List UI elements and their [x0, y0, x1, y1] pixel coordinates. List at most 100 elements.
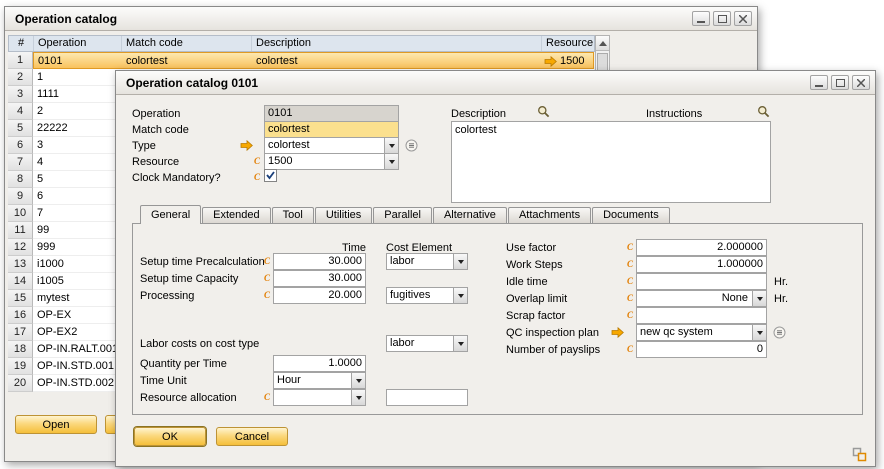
row-number[interactable]: 11	[8, 222, 33, 239]
close-button[interactable]	[734, 11, 752, 26]
column-header-description[interactable]: Description	[252, 36, 542, 51]
row-number[interactable]: 17	[8, 324, 33, 341]
row-number[interactable]: 12	[8, 239, 33, 256]
minimize-button[interactable]	[692, 11, 710, 26]
catalog-titlebar[interactable]: Operation catalog	[5, 7, 757, 31]
row-number[interactable]: 9	[8, 188, 33, 205]
scrap-factor-label: Scrap factor	[506, 310, 565, 323]
setup-precalc-input[interactable]: 30.000	[273, 253, 366, 270]
row-number[interactable]: 13	[8, 256, 33, 273]
tab[interactable]: Utilities	[315, 207, 372, 223]
tab[interactable]: Parallel	[373, 207, 432, 223]
resource-label: Resource	[132, 156, 179, 169]
resource-alloc-select[interactable]	[273, 389, 366, 406]
payslips-input[interactable]: 0	[636, 341, 767, 358]
tab[interactable]: Attachments	[508, 207, 591, 223]
row-number[interactable]: 2	[8, 69, 33, 86]
resource-select[interactable]: 1500	[264, 153, 399, 170]
chevron-down-icon[interactable]	[752, 325, 766, 340]
processing-input[interactable]: 20.000	[273, 287, 366, 304]
overlap-limit-label: Overlap limit	[506, 293, 567, 306]
row-number[interactable]: 4	[8, 103, 33, 120]
resize-grip-icon[interactable]	[852, 447, 867, 462]
resource-alloc-extra-field[interactable]	[386, 389, 468, 406]
idle-time-input[interactable]	[636, 273, 767, 290]
catalog-table-header: # Operation Match code Description Resou…	[8, 35, 595, 52]
table-row-selected[interactable]: 1 0101 colortest colortest 1500	[8, 52, 594, 69]
maximize-button[interactable]	[831, 75, 849, 90]
magnifier-icon[interactable]	[757, 105, 770, 118]
link-arrow-icon[interactable]	[240, 140, 253, 151]
maximize-button[interactable]	[713, 11, 731, 26]
row-number[interactable]: 3	[8, 86, 33, 103]
tab[interactable]: Documents	[592, 207, 670, 223]
chevron-down-icon[interactable]	[453, 336, 467, 351]
tab[interactable]: General	[140, 205, 201, 224]
row-number[interactable]: 6	[8, 137, 33, 154]
row-number[interactable]: 5	[8, 120, 33, 137]
c-indicator: C	[627, 344, 633, 354]
overlap-limit-select[interactable]: None	[636, 290, 767, 307]
row-number[interactable]: 15	[8, 290, 33, 307]
column-header-num[interactable]: #	[9, 36, 34, 51]
chevron-down-icon[interactable]	[453, 288, 467, 303]
c-indicator: C	[627, 310, 633, 320]
use-factor-label: Use factor	[506, 242, 556, 255]
chevron-down-icon[interactable]	[752, 291, 766, 306]
magnifier-icon[interactable]	[537, 105, 550, 118]
row-number[interactable]: 14	[8, 273, 33, 290]
tab[interactable]: Alternative	[433, 207, 507, 223]
c-indicator: C	[627, 276, 633, 286]
row-number[interactable]: 1	[8, 52, 33, 69]
row-number[interactable]: 10	[8, 205, 33, 222]
row-number[interactable]: 20	[8, 375, 33, 392]
column-header-operation[interactable]: Operation	[34, 36, 122, 51]
ok-button[interactable]: OK	[134, 427, 206, 446]
tab[interactable]: Extended	[202, 207, 270, 223]
link-arrow-icon[interactable]	[544, 56, 557, 67]
use-factor-input[interactable]: 2.000000	[636, 239, 767, 256]
row-number[interactable]: 16	[8, 307, 33, 324]
minimize-button[interactable]	[810, 75, 828, 90]
scroll-up-icon[interactable]	[596, 36, 609, 51]
chevron-down-icon[interactable]	[351, 373, 365, 388]
chevron-down-icon[interactable]	[384, 138, 398, 153]
description-textarea[interactable]: colortest	[451, 121, 771, 203]
c-indicator: C	[264, 273, 270, 283]
match-code-field[interactable]: colortest	[264, 121, 399, 138]
row-number[interactable]: 8	[8, 171, 33, 188]
dialog-titlebar[interactable]: Operation catalog 0101	[116, 71, 875, 95]
time-unit-select[interactable]: Hour	[273, 372, 366, 389]
work-steps-input[interactable]: 1.000000	[636, 256, 767, 273]
labor-costs-select[interactable]: labor	[386, 335, 468, 352]
qc-plan-select[interactable]: new qc system	[636, 324, 767, 341]
work-steps-label: Work Steps	[506, 259, 563, 272]
close-button[interactable]	[852, 75, 870, 90]
chevron-down-icon[interactable]	[384, 154, 398, 169]
type-select[interactable]: colortest	[264, 137, 399, 154]
clock-mandatory-label: Clock Mandatory?	[132, 172, 221, 185]
tab[interactable]: Tool	[272, 207, 314, 223]
cancel-button[interactable]: Cancel	[216, 427, 288, 446]
open-button[interactable]: Open	[15, 415, 97, 434]
column-header-resource[interactable]: Resource	[542, 36, 594, 51]
column-header-match-code[interactable]: Match code	[122, 36, 252, 51]
define-new-icon[interactable]	[773, 326, 786, 339]
link-arrow-icon[interactable]	[611, 327, 624, 338]
cell-match-code: colortest	[122, 53, 252, 68]
type-label: Type	[132, 140, 156, 153]
processing-cost-select[interactable]: fugitives	[386, 287, 468, 304]
chevron-down-icon[interactable]	[453, 254, 467, 269]
define-new-icon[interactable]	[405, 139, 418, 152]
qty-per-time-input[interactable]: 1.0000	[273, 355, 366, 372]
row-number[interactable]: 18	[8, 341, 33, 358]
clock-mandatory-checkbox[interactable]	[264, 169, 277, 182]
chevron-down-icon[interactable]	[351, 390, 365, 405]
selected-row-cells[interactable]: 0101 colortest colortest 1500	[33, 52, 594, 69]
row-number[interactable]: 19	[8, 358, 33, 375]
scrap-factor-input[interactable]	[636, 307, 767, 324]
operation-field[interactable]: 0101	[264, 105, 399, 122]
row-number[interactable]: 7	[8, 154, 33, 171]
setup-precalc-cost-select[interactable]: labor	[386, 253, 468, 270]
setup-capacity-input[interactable]: 30.000	[273, 270, 366, 287]
